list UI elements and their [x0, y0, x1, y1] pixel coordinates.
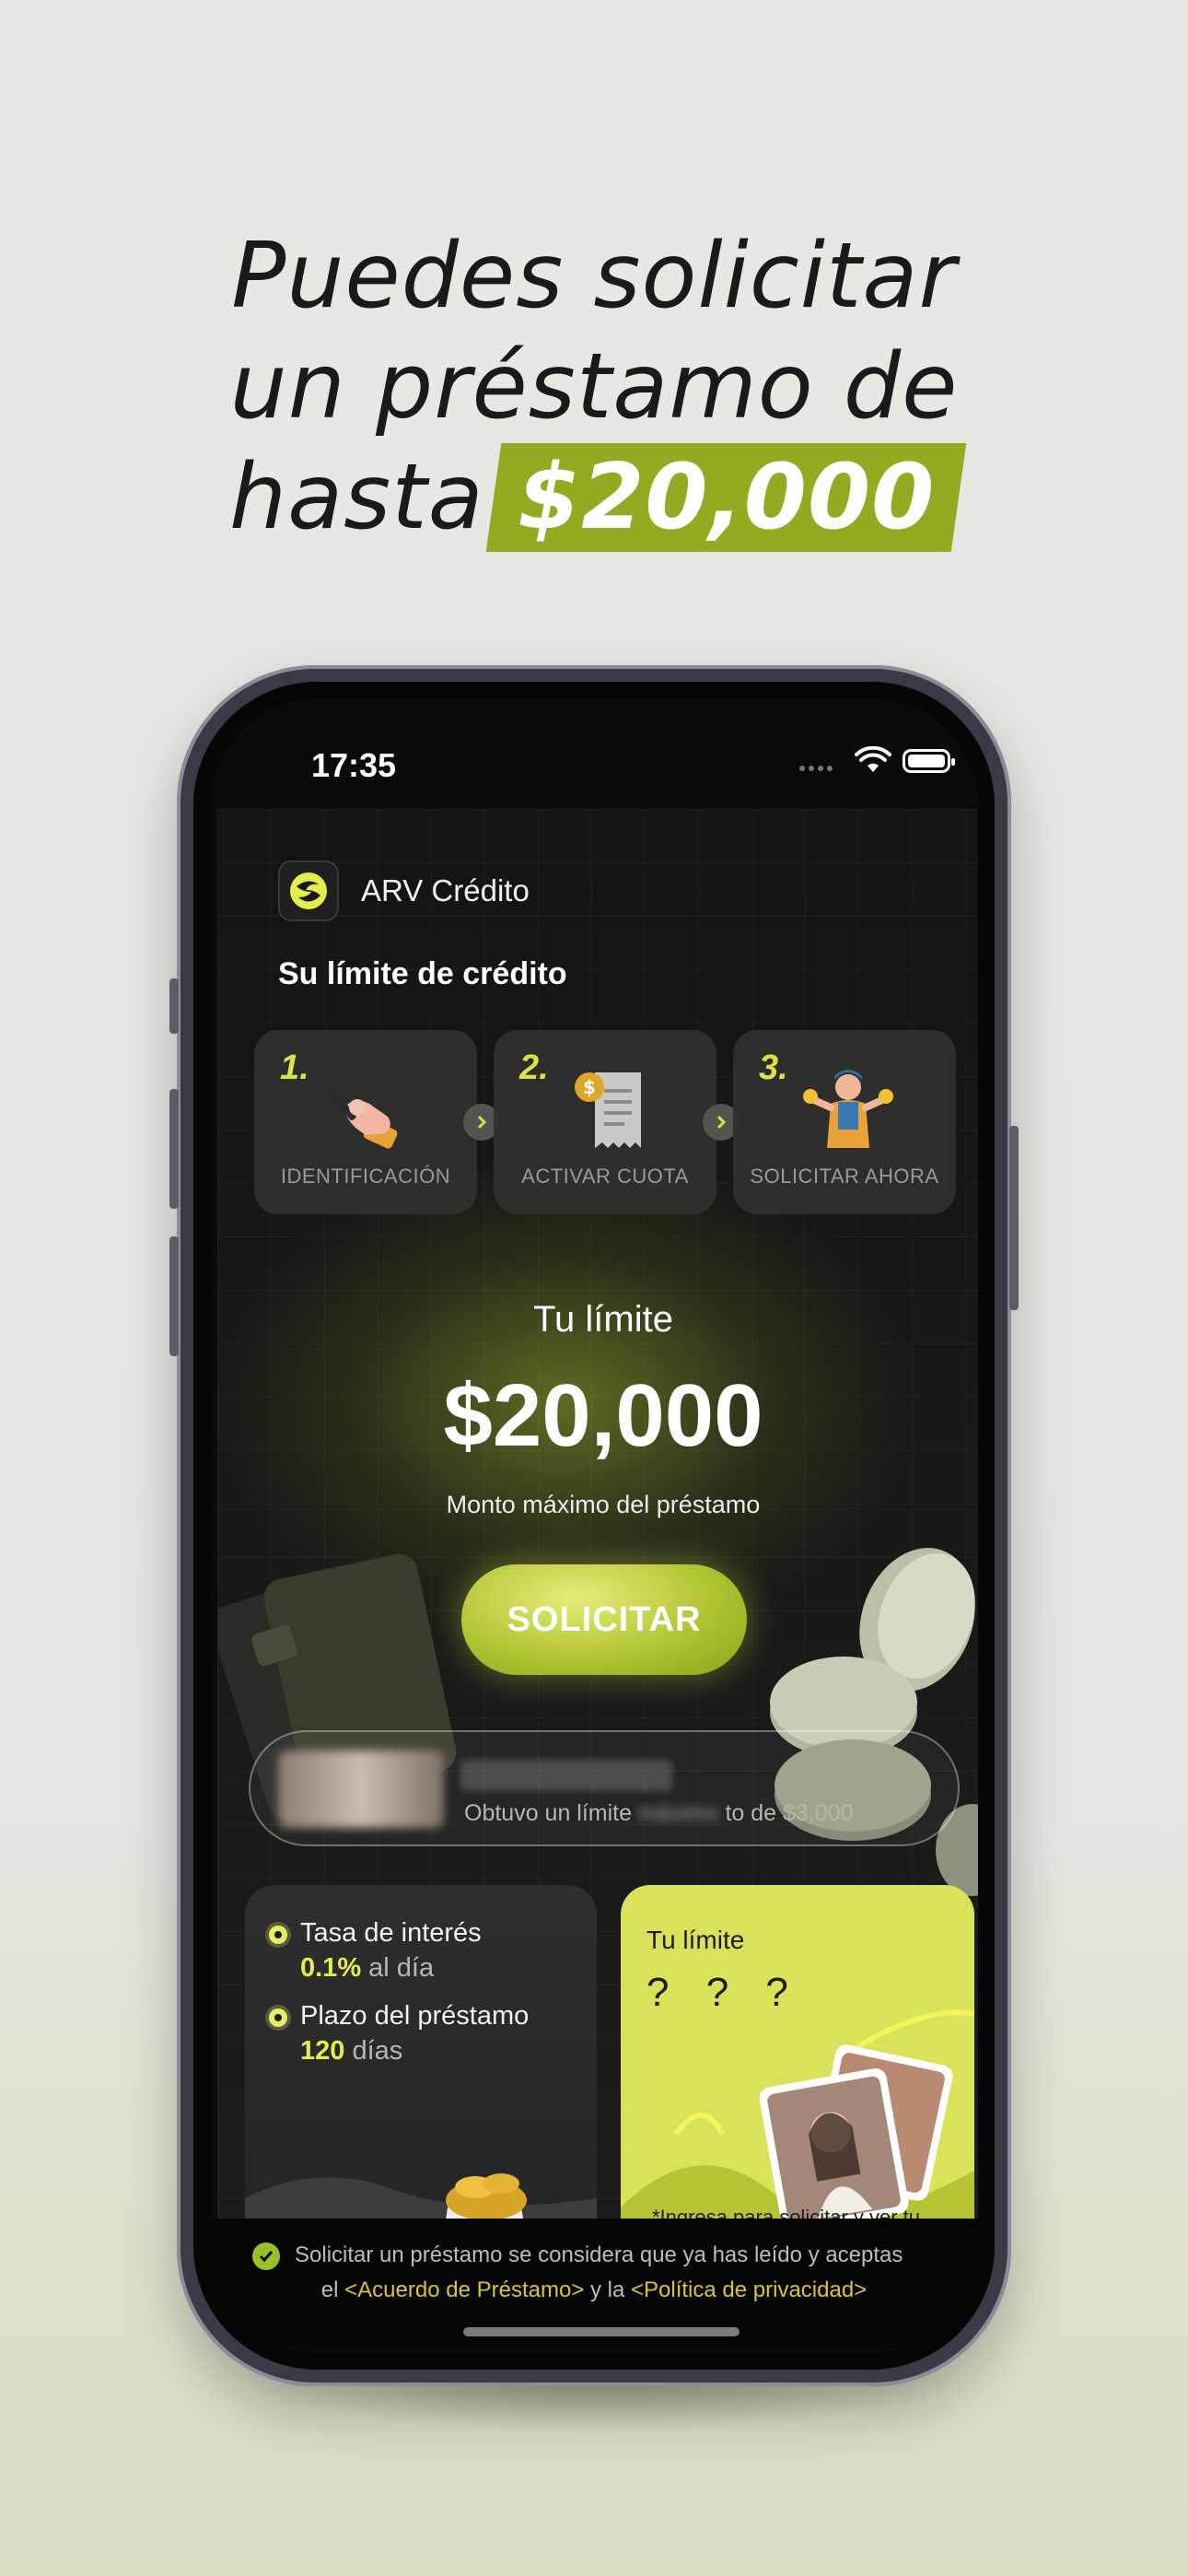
step-label: ACTIVAR CUOTA: [521, 1165, 689, 1188]
limit-amount: $20,000: [443, 1366, 763, 1465]
rate-unit: al día: [368, 1953, 435, 1983]
terms-mid: y la: [589, 2277, 625, 2302]
rate-value-line: 0.1% al día: [300, 1953, 434, 1984]
headline-line-2: un préstamo de: [229, 334, 959, 439]
mute-switch: [169, 978, 179, 1034]
promo-title: Tu límite: [646, 1926, 745, 1954]
step-apply-now[interactable]: 3. SOLICITAR AHORA: [733, 1030, 956, 1214]
your-limit-promo-card[interactable]: Tu límite ? ? ? *Ingresa para solicitar …: [621, 1885, 974, 2219]
headline-amount: $20,000: [517, 445, 936, 550]
coin-bag-illustration: [245, 2173, 597, 2219]
terms-prefix: el: [320, 2277, 339, 2302]
privacy-policy-link[interactable]: <Política de privacidad>: [631, 2277, 867, 2302]
headline-prefix: hasta: [228, 445, 484, 550]
app-name: ARV Crédito: [361, 873, 530, 907]
term-value: 120: [300, 2036, 345, 2066]
wifi-icon: [855, 746, 891, 772]
promo-headline: Puedes solicitar un préstamo de hasta $20…: [0, 221, 1188, 553]
step-number: 1.: [280, 1048, 309, 1087]
app-logo-icon: [278, 861, 339, 921]
headline-line-3: hasta $20,000: [0, 442, 1188, 553]
promo-note: *Ingresa para solicitar y ver tu límite …: [652, 2206, 921, 2219]
loan-agreement-link[interactable]: <Acuerdo de Préstamo>: [344, 2277, 584, 2302]
person-coins-icon: [803, 1070, 893, 1148]
step-label: IDENTIFICACIÓN: [280, 1165, 451, 1188]
step-number: 2.: [519, 1048, 549, 1087]
home-indicator[interactable]: [463, 2327, 740, 2336]
volume-down-button: [169, 1236, 179, 1356]
limit-title: Tu límite: [533, 1299, 673, 1340]
app-header: ARV Crédito: [278, 859, 530, 923]
signal-dots-icon: [799, 759, 836, 771]
checkmark-icon[interactable]: [252, 2242, 280, 2270]
headline-line-1: Puedes solicitar: [231, 224, 957, 329]
app-content: ARV Crédito Su límite de crédito 1. IDEN…: [217, 809, 978, 2219]
bullet-icon: [269, 2008, 287, 2027]
term-unit: días: [352, 2036, 403, 2066]
promo-wave-photo: [621, 2009, 974, 2219]
phone-bezel: 17:35 ARV Crédito Su límite de crédito 1…: [193, 682, 995, 2370]
loan-terms-card: Tasa de interés 0.1% al día Plazo del pr…: [245, 1885, 597, 2219]
power-button: [1009, 1126, 1019, 1310]
ticker-text: Obtuvo un límite máximo to de $3,000: [464, 1800, 853, 1827]
status-bar: 17:35: [210, 698, 978, 809]
step-number: 3.: [759, 1048, 788, 1087]
phone-screen: 17:35 ARV Crédito Su límite de crédito 1…: [210, 698, 978, 2353]
rate-label: Tasa de interés: [300, 1918, 482, 1948]
ticker-text-suffix: to de $3,000: [725, 1800, 854, 1826]
steps-row: 1. IDENTIFICACIÓN 2. $ ACTIVAR CUOTA 3. …: [254, 1030, 956, 1214]
headline-amount-highlight: $20,000: [485, 443, 967, 552]
apply-button[interactable]: SOLICITAR: [461, 1564, 747, 1675]
user-photo-blurred: [278, 1751, 444, 1828]
receipt-coin-icon: $: [575, 1072, 641, 1148]
terms-text: Solicitar un préstamo se considera que y…: [295, 2242, 903, 2267]
ticker-text-prefix: Obtuvo un límite: [464, 1800, 633, 1826]
step-identification[interactable]: 1. IDENTIFICACIÓN: [254, 1030, 477, 1214]
hand-pen-icon: [325, 1085, 398, 1149]
ticker-text-blurred: máximo: [637, 1800, 719, 1826]
status-time: 17:35: [311, 746, 397, 784]
terms-links-line: el <Acuerdo de Préstamo> y la <Política …: [210, 2277, 978, 2303]
user-name-blurred: [460, 1760, 672, 1791]
term-label: Plazo del préstamo: [300, 2001, 530, 2031]
coins-decoration: [770, 1548, 978, 1896]
bullet-icon: [269, 1926, 287, 1944]
step-label: SOLICITAR AHORA: [750, 1165, 939, 1188]
step-activate-fee[interactable]: 2. $ ACTIVAR CUOTA: [494, 1030, 716, 1214]
term-value-line: 120 días: [300, 2036, 402, 2067]
rate-value: 0.1%: [300, 1953, 362, 1983]
svg-text:$: $: [583, 1076, 596, 1098]
recent-loan-ticker: Obtuvo un límite máximo to de $3,000: [249, 1730, 960, 1846]
volume-up-button: [169, 1089, 179, 1209]
battery-icon: [903, 749, 955, 773]
limit-subtitle: Monto máximo del préstamo: [446, 1491, 761, 1518]
phone-frame: 17:35 ARV Crédito Su límite de crédito 1…: [169, 665, 1019, 2386]
section-title: Su límite de crédito: [278, 956, 567, 991]
